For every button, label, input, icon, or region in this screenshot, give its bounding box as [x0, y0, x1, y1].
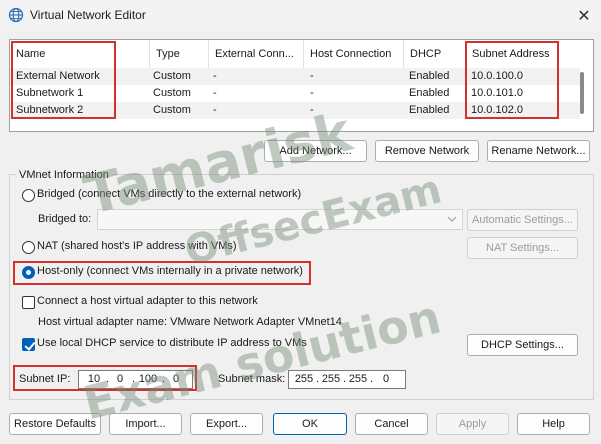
vmnet-info-group	[9, 174, 594, 400]
ip-separator: .	[343, 373, 347, 385]
cell-type: Custom	[153, 70, 191, 82]
column-header-type[interactable]: Type	[150, 40, 209, 68]
apply-button[interactable]: Apply	[436, 413, 509, 435]
connect-adapter-label[interactable]: Connect a host virtual adapter to this n…	[37, 295, 258, 307]
column-header-host[interactable]: Host Connection	[304, 40, 404, 68]
export-button[interactable]: Export...	[190, 413, 263, 435]
dhcp-settings-button[interactable]: DHCP Settings...	[467, 334, 578, 356]
subnet-mask-octet: 255	[348, 373, 368, 385]
cell-name: Subnetwork 1	[16, 87, 84, 99]
cell-subnet: 10.0.101.0	[471, 87, 523, 99]
cell-host: -	[310, 70, 314, 82]
subnet-mask-octet: 255	[321, 373, 341, 385]
nat-settings-button[interactable]: NAT Settings...	[467, 237, 578, 259]
close-icon[interactable]: ✕	[573, 6, 595, 26]
subnet-ip-octet: 10	[87, 373, 101, 385]
column-header-external[interactable]: External Conn...	[209, 40, 304, 68]
nat-label[interactable]: NAT (shared host's IP address with VMs)	[37, 240, 237, 252]
subnet-ip-label: Subnet IP:	[19, 373, 71, 385]
connect-adapter-checkbox[interactable]	[22, 296, 35, 309]
vmnet-info-title: VMnet Information	[16, 169, 112, 181]
bridged-radio[interactable]	[22, 189, 35, 202]
rename-network-button[interactable]: Rename Network...	[487, 140, 590, 162]
cell-subnet: 10.0.102.0	[471, 104, 523, 116]
import-button[interactable]: Import...	[109, 413, 182, 435]
cell-host: -	[310, 87, 314, 99]
bridged-to-select[interactable]	[97, 209, 463, 230]
dhcp-label[interactable]: Use local DHCP service to distribute IP …	[37, 337, 307, 349]
cell-dhcp: Enabled	[409, 70, 450, 82]
dhcp-checkbox[interactable]	[22, 338, 35, 351]
list-scrollbar-thumb[interactable]	[580, 72, 584, 114]
cell-dhcp: Enabled	[409, 104, 450, 116]
subnet-ip-octet: 0	[172, 373, 180, 385]
subnet-ip-octet: 100	[138, 373, 158, 385]
cell-type: Custom	[153, 87, 191, 99]
cell-host: -	[310, 104, 314, 116]
bridged-label[interactable]: Bridged (connect VMs directly to the ext…	[37, 188, 301, 200]
chevron-down-icon	[447, 216, 457, 222]
cell-external: -	[213, 104, 217, 116]
help-button[interactable]: Help	[517, 413, 590, 435]
ip-separator: .	[132, 373, 136, 385]
automatic-settings-button[interactable]: Automatic Settings...	[467, 209, 578, 231]
nat-radio[interactable]	[22, 241, 35, 254]
column-header-name[interactable]: Name	[10, 40, 150, 68]
cell-name: External Network	[16, 70, 100, 82]
table-row[interactable]: Subnetwork 2 Custom - - Enabled 10.0.102…	[10, 102, 580, 119]
add-network-button[interactable]: Add Network...	[264, 140, 367, 162]
remove-network-button[interactable]: Remove Network	[375, 140, 479, 162]
subnet-ip-input[interactable]: 10 . 0 . 100 . 0	[78, 370, 193, 389]
subnet-mask-input[interactable]: 255 . 255 . 255 . 0	[288, 370, 406, 389]
window-title: Virtual Network Editor	[30, 8, 146, 22]
table-row[interactable]: Subnetwork 1 Custom - - Enabled 10.0.101…	[10, 85, 580, 102]
ok-button[interactable]: OK	[273, 413, 347, 435]
adapter-name-label: Host virtual adapter name: VMware Networ…	[38, 316, 342, 328]
column-header-subnet[interactable]: Subnet Address	[466, 40, 580, 68]
subnet-ip-octet: 0	[116, 373, 124, 385]
globe-icon	[8, 7, 24, 23]
ip-separator: .	[316, 373, 320, 385]
bridged-to-label: Bridged to:	[38, 213, 92, 225]
column-header-dhcp[interactable]: DHCP	[404, 40, 466, 68]
ip-separator: .	[370, 373, 374, 385]
cell-type: Custom	[153, 104, 191, 116]
restore-defaults-button[interactable]: Restore Defaults	[9, 413, 101, 435]
subnet-mask-octet: 0	[382, 373, 390, 385]
cell-external: -	[213, 87, 217, 99]
cancel-button[interactable]: Cancel	[355, 413, 428, 435]
cell-dhcp: Enabled	[409, 87, 450, 99]
host-only-label[interactable]: Host-only (connect VMs internally in a p…	[37, 265, 303, 277]
network-list[interactable]: Name Type External Conn... Host Connecti…	[9, 39, 594, 132]
table-row[interactable]: External Network Custom - - Enabled 10.0…	[10, 68, 580, 85]
subnet-mask-label: Subnet mask:	[218, 373, 286, 385]
cell-external: -	[213, 70, 217, 82]
cell-name: Subnetwork 2	[16, 104, 84, 116]
subnet-mask-octet: 255	[294, 373, 314, 385]
host-only-radio[interactable]	[22, 266, 35, 279]
cell-subnet: 10.0.100.0	[471, 70, 523, 82]
